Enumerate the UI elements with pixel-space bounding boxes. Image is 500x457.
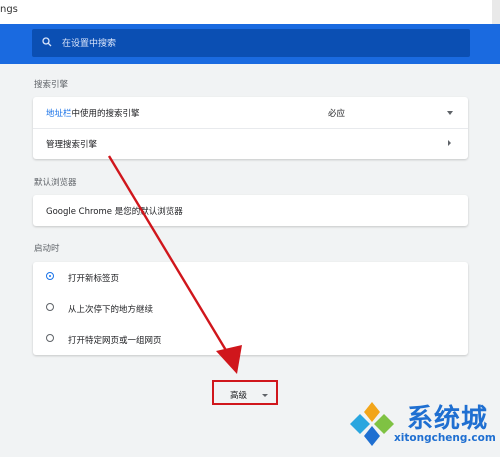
search-engine-card: 地址栏中使用的搜索引擎 必应 管理搜索引擎: [33, 97, 468, 159]
radio-selected-icon[interactable]: [46, 272, 54, 280]
default-browser-text: Google Chrome 是您的默认浏览器: [46, 207, 183, 217]
startup-option-new-tab[interactable]: 打开新标签页: [33, 262, 468, 293]
default-browser-card: Google Chrome 是您的默认浏览器: [33, 195, 468, 226]
watermark-logo-icon: [350, 402, 394, 446]
chevron-right-icon: [448, 140, 451, 146]
search-engine-select-value[interactable]: 必应: [328, 107, 345, 119]
watermark-brand: 系统城: [407, 404, 489, 434]
address-bar-link[interactable]: 地址栏: [46, 109, 72, 119]
startup-option-specific-pages[interactable]: 打开特定网页或一组网页: [33, 324, 468, 355]
default-browser-row: Google Chrome 是您的默认浏览器: [33, 195, 468, 226]
advanced-button[interactable]: 高级: [212, 380, 278, 405]
startup-option-label: 打开新标签页: [68, 274, 120, 284]
manage-search-engines-label: 管理搜索引擎: [46, 140, 98, 150]
startup-option-label: 从上次停下的地方继续: [68, 305, 154, 315]
chevron-down-icon: [262, 394, 268, 397]
search-placeholder: 在设置中搜索: [62, 39, 117, 49]
address-text: ngs: [0, 4, 18, 15]
advanced-label: 高级: [230, 391, 248, 401]
settings-header: 在设置中搜索: [0, 24, 500, 64]
address-bar-engine-text: 中使用的搜索引擎: [71, 109, 140, 119]
address-bar-edge: [492, 0, 500, 24]
section-title-startup: 启动时: [34, 244, 60, 254]
radio-icon[interactable]: [46, 303, 54, 311]
section-title-search-engine: 搜索引擎: [34, 80, 69, 90]
watermark: 系统城 xitongcheng.com: [342, 398, 498, 453]
manage-search-engines-row[interactable]: 管理搜索引擎: [33, 128, 468, 159]
section-title-default-browser: 默认浏览器: [34, 178, 77, 188]
startup-option-continue[interactable]: 从上次停下的地方继续: [33, 293, 468, 324]
watermark-url: xitongcheng.com: [394, 432, 496, 444]
address-bar[interactable]: ngs: [0, 0, 500, 25]
dropdown-caret-icon[interactable]: [447, 111, 453, 115]
settings-search-box[interactable]: 在设置中搜索: [32, 29, 470, 57]
startup-option-label: 打开特定网页或一组网页: [68, 336, 162, 346]
startup-card: 打开新标签页 从上次停下的地方继续 打开特定网页或一组网页: [33, 262, 468, 355]
address-bar-engine-row[interactable]: 地址栏中使用的搜索引擎 必应: [33, 97, 468, 128]
search-icon: [42, 37, 52, 47]
address-bar-engine-label: 地址栏中使用的搜索引擎: [46, 107, 140, 119]
radio-icon[interactable]: [46, 334, 54, 342]
